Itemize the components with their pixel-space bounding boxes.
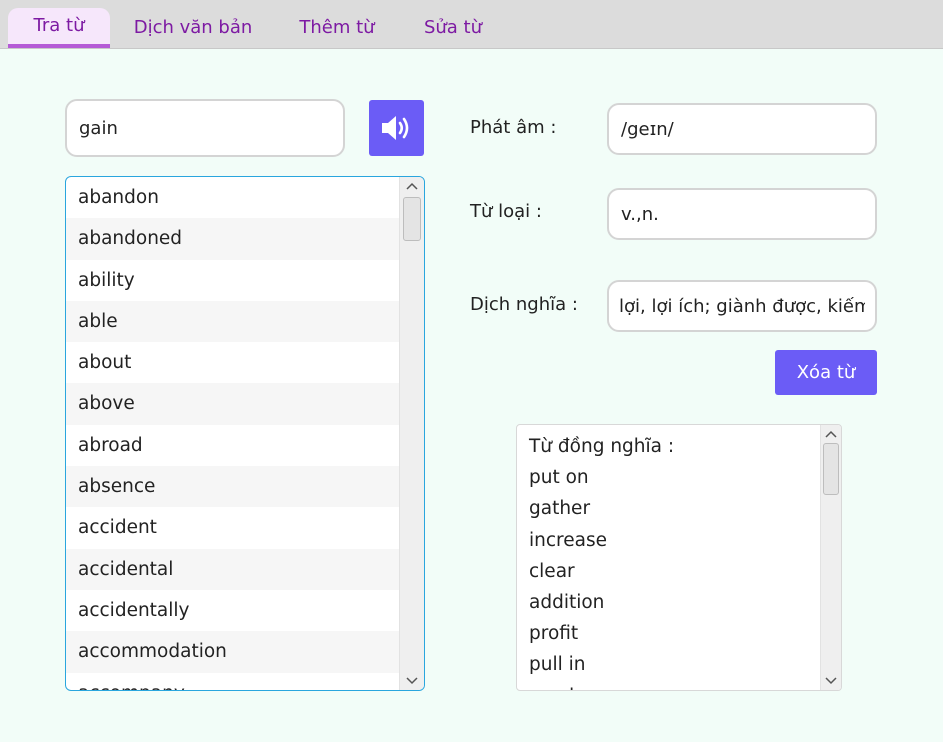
scroll-down-arrow-icon[interactable] [821, 672, 841, 690]
synonym-item: addition [529, 591, 605, 613]
synonym-item: profit [529, 623, 579, 645]
tab-dich-van-ban[interactable]: Dịch văn bản [128, 8, 258, 48]
synonyms-scroll-thumb[interactable] [823, 443, 839, 495]
synonym-item: gather [529, 498, 591, 520]
tab-sua-tu[interactable]: Sửa từ [418, 8, 488, 48]
meaning-field[interactable] [607, 280, 877, 332]
word-list-item[interactable]: accommodation [66, 631, 400, 673]
synonym-item: increase [529, 529, 607, 551]
word-list-scrollbar[interactable] [399, 177, 424, 690]
synonyms-scrollbar[interactable] [820, 425, 841, 690]
scroll-up-arrow-icon[interactable] [400, 177, 424, 195]
word-list-item[interactable]: accompany [66, 673, 400, 690]
tab-bar: Tra từ Dịch văn bản Thêm từ Sửa từ [0, 0, 943, 49]
word-list-scroll-thumb[interactable] [403, 197, 421, 241]
pronunciation-field[interactable] [607, 103, 877, 155]
synonyms-box[interactable]: Từ đồng nghĩa : put on gather increase clear… [516, 424, 842, 691]
word-type-field[interactable] [607, 188, 877, 240]
word-list-item[interactable]: ability [66, 260, 400, 301]
meaning-label: Dịch nghĩa : [470, 294, 578, 315]
word-list-items: abandon abandoned ability able about above abr… [66, 177, 400, 690]
delete-word-button[interactable]: Xóa từ [775, 350, 877, 395]
word-list-item[interactable]: abroad [66, 425, 400, 466]
synonym-item: clear [529, 560, 575, 582]
word-list[interactable]: abandon abandoned ability able about above abr… [65, 176, 425, 691]
word-list-item[interactable]: about [66, 342, 400, 383]
speak-button[interactable] [369, 100, 424, 156]
synonym-item: put on [529, 467, 589, 489]
speaker-volume-icon [381, 116, 408, 140]
pronunciation-label: Phát âm : [470, 117, 557, 138]
word-list-item[interactable]: above [66, 383, 400, 425]
tab-tra-tu[interactable]: Tra từ [8, 8, 110, 48]
word-list-item[interactable]: abandon [66, 177, 400, 218]
word-list-item[interactable]: able [66, 300, 400, 343]
tab-them-tu[interactable]: Thêm từ [292, 8, 382, 48]
word-list-item[interactable]: accidentally [66, 590, 400, 631]
synonyms-heading: Từ đồng nghĩa : [529, 436, 675, 457]
word-type-label: Từ loại : [470, 201, 542, 222]
synonym-item: pull in [529, 654, 586, 676]
word-list-item[interactable]: accidental [66, 548, 400, 590]
word-list-item[interactable]: absence [66, 466, 400, 508]
scroll-up-arrow-icon[interactable] [821, 425, 841, 443]
word-list-item[interactable]: accident [66, 507, 400, 548]
scroll-down-arrow-icon[interactable] [400, 672, 424, 690]
word-list-item[interactable]: abandoned [66, 218, 400, 260]
synonyms-lines: Từ đồng nghĩa : put on gather increase clear… [529, 431, 675, 691]
search-input[interactable] [65, 99, 345, 157]
synonym-item: reach [529, 681, 674, 691]
